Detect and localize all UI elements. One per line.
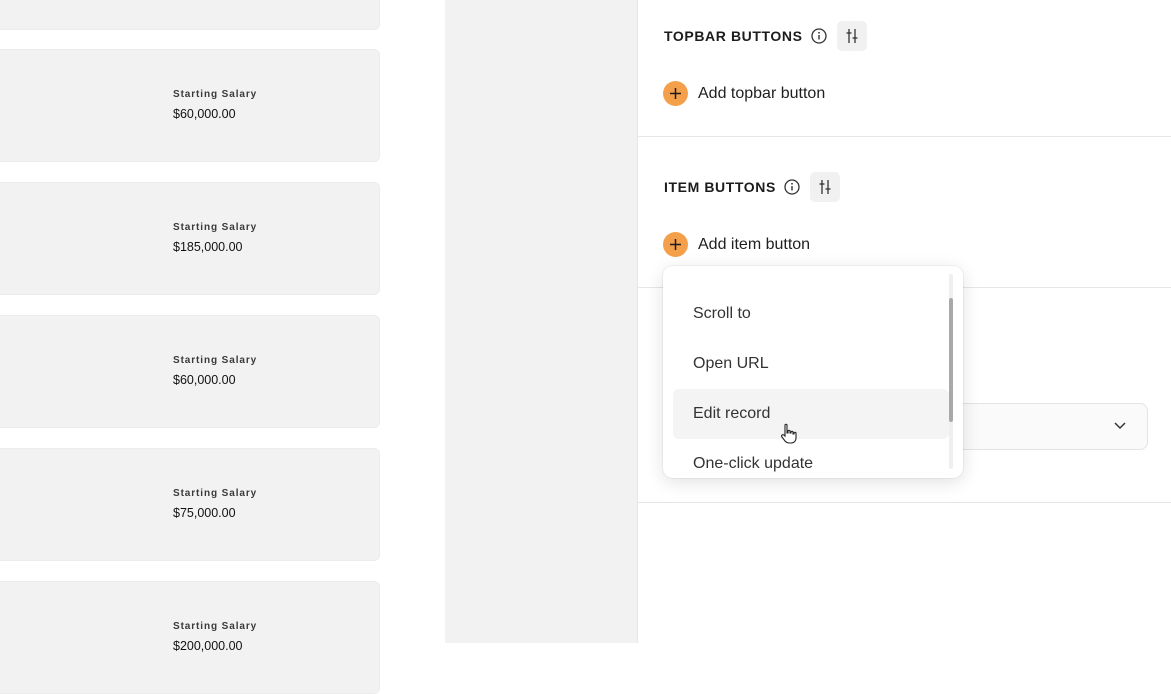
action-type-menu: Scroll to Open URL Edit record One-click…	[663, 266, 963, 478]
add-item-button-label: Add item button	[698, 235, 811, 253]
card-field-label: Starting Salary	[173, 355, 258, 366]
info-icon[interactable]	[784, 179, 800, 195]
menu-item-scroll-to[interactable]: Scroll to	[673, 289, 949, 339]
section-divider	[638, 502, 1171, 503]
info-icon[interactable]	[810, 28, 827, 44]
card-field-value: $200,000.00	[173, 639, 243, 653]
hand-cursor-icon	[781, 423, 797, 444]
card-field-label: Starting Salary	[173, 89, 258, 100]
sliders-icon[interactable]	[836, 21, 867, 51]
list-card[interactable]: Starting Salary $60,000.00	[0, 49, 380, 162]
menu-item-one-click-update[interactable]: One-click update	[673, 439, 949, 478]
chevron-down-icon	[1113, 418, 1127, 437]
card-field-value: $60,000.00	[173, 373, 236, 387]
list-card[interactable]: Starting Salary $60,000.00	[0, 315, 380, 428]
sliders-icon[interactable]	[809, 172, 840, 202]
card-field-label: Starting Salary	[173, 621, 258, 632]
add-item-button[interactable]: Add item button	[663, 232, 810, 257]
item-buttons-header: ITEM BUTTONS	[664, 172, 840, 202]
canvas-gutter	[445, 0, 637, 643]
plus-icon	[663, 232, 688, 257]
card-field-value: $60,000.00	[173, 107, 236, 121]
card-field-value: $185,000.00	[173, 240, 243, 254]
section-divider	[638, 136, 1171, 137]
add-topbar-button[interactable]: Add topbar button	[663, 81, 825, 106]
list-card[interactable]	[0, 0, 380, 30]
menu-item-edit-record[interactable]: Edit record	[673, 389, 949, 439]
list-card[interactable]: Starting Salary $185,000.00	[0, 182, 380, 295]
list-preview: Starting Salary $60,000.00 Starting Sala…	[0, 0, 445, 694]
card-field-label: Starting Salary	[173, 222, 258, 233]
topbar-buttons-title: TOPBAR BUTTONS	[664, 28, 803, 44]
list-card[interactable]: Starting Salary $200,000.00	[0, 581, 380, 694]
list-card[interactable]: Starting Salary $75,000.00	[0, 448, 380, 561]
card-field-label: Starting Salary	[173, 488, 258, 499]
plus-icon	[663, 81, 688, 106]
item-buttons-title: ITEM BUTTONS	[664, 179, 776, 195]
topbar-buttons-header: TOPBAR BUTTONS	[664, 21, 867, 51]
add-topbar-button-label: Add topbar button	[698, 84, 826, 102]
menu-item-open-url[interactable]: Open URL	[673, 339, 949, 389]
card-field-value: $75,000.00	[173, 506, 236, 520]
menu-scrollbar-thumb[interactable]	[949, 298, 953, 422]
